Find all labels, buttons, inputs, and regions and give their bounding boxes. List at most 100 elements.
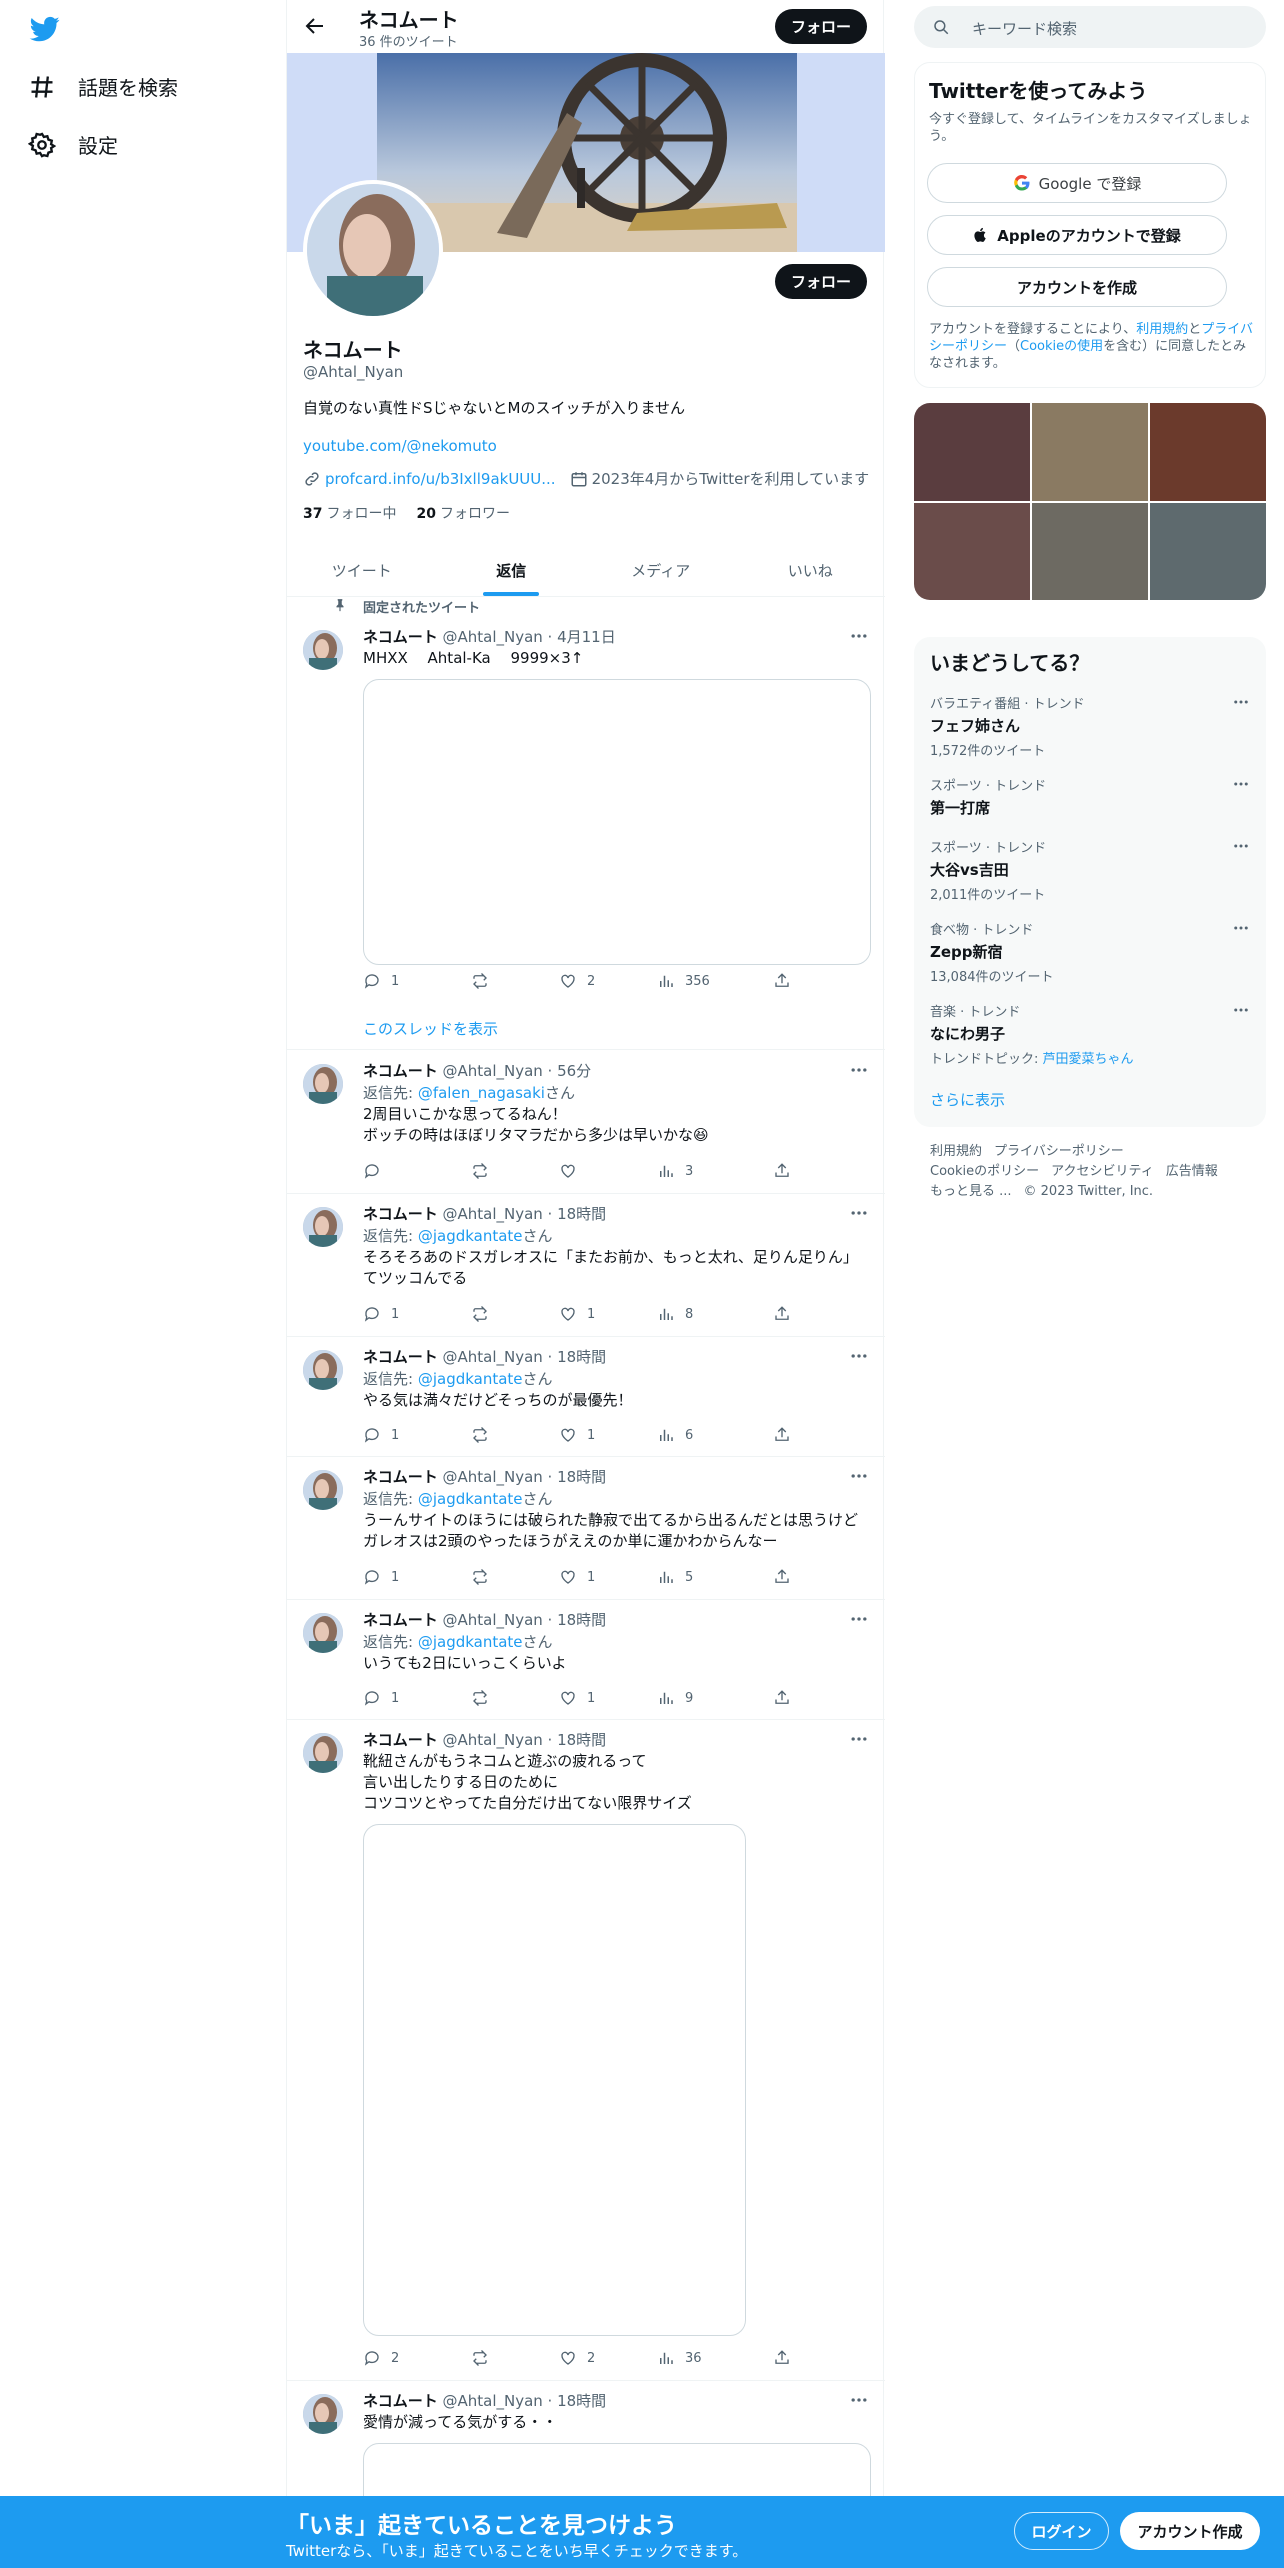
tweet-meta[interactable]: @Ahtal_Nyan · 18時間 — [442, 1348, 606, 1366]
following-stat[interactable]: 37 フォロー中 — [303, 503, 396, 523]
profile-follow-button[interactable]: フォロー — [775, 264, 867, 299]
header-follow-button[interactable]: フォロー — [775, 9, 867, 44]
more-options-icon[interactable] — [849, 1203, 869, 1223]
tweet[interactable]: ネコムート @Ahtal_Nyan · 18時間 靴紐さんがもうネコムと遊ぶの疲… — [287, 1721, 885, 2381]
trend-item[interactable]: 食べ物 · トレンド Zepp新宿 13,084件のツイート — [930, 919, 1250, 985]
footer-more-link[interactable]: もっと見る ... — [930, 1184, 1012, 1199]
retweet-button[interactable] — [471, 1689, 499, 1707]
tweet[interactable]: ネコムート @Ahtal_Nyan · 56分 返信先: @falen_naga… — [287, 1052, 885, 1194]
tab-tweets[interactable]: ツイート — [287, 544, 437, 596]
tweet-author-name[interactable]: ネコムート — [363, 1611, 438, 1629]
tweet-avatar[interactable] — [303, 1733, 343, 1773]
tweet-meta[interactable]: @Ahtal_Nyan · 18時間 — [442, 1611, 606, 1629]
tweet-author-name[interactable]: ネコムート — [363, 1348, 438, 1366]
nav-settings[interactable]: 設定 — [28, 130, 118, 159]
trend-item[interactable]: スポーツ · トレンド 大谷vs吉田 2,011件のツイート — [930, 837, 1250, 903]
views-button[interactable]: 356 — [657, 972, 710, 990]
tweet[interactable]: ネコムート @Ahtal_Nyan · 4月11日 MHXX Ahtal-Ka … — [287, 618, 885, 1050]
followers-stat[interactable]: 20 フォロワー — [416, 503, 509, 523]
reply-button[interactable]: 1 — [363, 1689, 399, 1707]
share-button[interactable] — [773, 1689, 791, 1707]
tab-media[interactable]: メディア — [586, 544, 736, 596]
more-options-icon[interactable] — [849, 1346, 869, 1366]
like-button[interactable] — [559, 1162, 587, 1180]
more-options-icon[interactable] — [849, 1609, 869, 1629]
tweet-avatar[interactable] — [303, 630, 343, 670]
like-button[interactable]: 2 — [559, 972, 595, 990]
media-thumbnail[interactable] — [1150, 502, 1266, 600]
tab-likes[interactable]: いいね — [736, 544, 886, 596]
tweet-media[interactable] — [363, 1824, 746, 2336]
like-button[interactable]: 1 — [559, 1568, 595, 1586]
tweet-avatar[interactable] — [303, 1064, 343, 1104]
views-button[interactable]: 6 — [657, 1426, 693, 1444]
more-options-icon[interactable] — [1232, 919, 1250, 937]
trend-item[interactable]: バラエティ番組 · トレンド フェフ姉さん 1,572件のツイート — [930, 693, 1250, 759]
tweet-avatar[interactable] — [303, 1207, 343, 1247]
media-thumbnail[interactable] — [1032, 403, 1148, 501]
more-options-icon[interactable] — [849, 1466, 869, 1486]
login-button[interactable]: ログイン — [1014, 2512, 1109, 2550]
more-options-icon[interactable] — [849, 626, 869, 646]
share-button[interactable] — [773, 2349, 791, 2367]
tweet-avatar[interactable] — [303, 1350, 343, 1390]
tab-replies[interactable]: 返信 — [437, 544, 587, 596]
reply-button[interactable] — [363, 1162, 391, 1180]
back-arrow-icon[interactable] — [303, 14, 327, 38]
more-options-icon[interactable] — [1232, 1001, 1250, 1019]
more-options-icon[interactable] — [849, 1060, 869, 1080]
tweet-author-name[interactable]: ネコムート — [363, 1205, 438, 1223]
media-thumbnail[interactable] — [1032, 502, 1148, 600]
tweet-meta[interactable]: @Ahtal_Nyan · 18時間 — [442, 1205, 606, 1223]
signup-button[interactable]: アカウント作成 — [1120, 2512, 1260, 2550]
show-thread-link[interactable]: このスレッドを表示 — [363, 1018, 498, 1039]
media-thumbnail[interactable] — [1150, 403, 1266, 501]
tweet-avatar[interactable] — [303, 1613, 343, 1653]
retweet-button[interactable] — [471, 972, 499, 990]
reply-to-link[interactable]: @falen_nagasaki — [418, 1084, 545, 1102]
search-box[interactable]: キーワード検索 — [914, 6, 1266, 48]
create-account-button[interactable]: アカウントを作成 — [927, 267, 1227, 307]
tweet[interactable]: ネコムート @Ahtal_Nyan · 18時間 返信先: @jagdkanta… — [287, 1458, 885, 1600]
media-thumbnail[interactable] — [914, 403, 1030, 501]
share-button[interactable] — [773, 1162, 791, 1180]
views-button[interactable]: 36 — [657, 2349, 702, 2367]
cookie-link[interactable]: Cookieの使用 — [1020, 339, 1103, 354]
like-button[interactable]: 1 — [559, 1426, 595, 1444]
trend-item[interactable]: スポーツ · トレンド 第一打席 — [930, 775, 1250, 818]
nav-explore[interactable]: 話題を検索 — [28, 72, 178, 101]
retweet-button[interactable] — [471, 1305, 499, 1323]
more-options-icon[interactable] — [849, 1729, 869, 1749]
share-button[interactable] — [773, 1568, 791, 1586]
reply-to-link[interactable]: @jagdkantate — [418, 1490, 523, 1508]
reply-button[interactable]: 1 — [363, 1568, 399, 1586]
reply-button[interactable]: 1 — [363, 1305, 399, 1323]
more-options-icon[interactable] — [1232, 693, 1250, 711]
reply-to-link[interactable]: @jagdkantate — [418, 1227, 523, 1245]
tweet-media[interactable] — [363, 679, 871, 965]
share-button[interactable] — [773, 972, 791, 990]
more-options-icon[interactable] — [849, 2390, 869, 2410]
views-button[interactable]: 5 — [657, 1568, 693, 1586]
footer-link[interactable]: 広告情報 — [1166, 1164, 1218, 1179]
profile-url-link[interactable]: profcard.info/u/b3Ixll9akUUU... — [325, 470, 556, 488]
retweet-button[interactable] — [471, 1568, 499, 1586]
like-button[interactable]: 1 — [559, 1305, 595, 1323]
views-button[interactable]: 8 — [657, 1305, 693, 1323]
tweet-meta[interactable]: @Ahtal_Nyan · 18時間 — [442, 1731, 606, 1749]
tweet[interactable]: ネコムート @Ahtal_Nyan · 18時間 返信先: @jagdkanta… — [287, 1195, 885, 1337]
trends-show-more-link[interactable]: さらに表示 — [930, 1089, 1005, 1110]
tweet-avatar[interactable] — [303, 2394, 343, 2434]
more-options-icon[interactable] — [1232, 775, 1250, 793]
profile-avatar[interactable] — [303, 180, 443, 320]
tweet-author-name[interactable]: ネコムート — [363, 2392, 438, 2410]
search-input[interactable]: キーワード検索 — [972, 18, 1077, 39]
footer-link[interactable]: 利用規約 — [930, 1144, 982, 1159]
terms-link[interactable]: 利用規約 — [1136, 322, 1188, 337]
tweet-meta[interactable]: @Ahtal_Nyan · 18時間 — [442, 1468, 606, 1486]
reply-button[interactable]: 1 — [363, 972, 399, 990]
tweet-meta[interactable]: @Ahtal_Nyan · 18時間 — [442, 2392, 606, 2410]
profile-youtube-link[interactable]: youtube.com/@nekomuto — [303, 437, 497, 455]
media-thumbnail[interactable] — [914, 502, 1030, 600]
tweet-meta[interactable]: @Ahtal_Nyan · 4月11日 — [442, 628, 615, 646]
